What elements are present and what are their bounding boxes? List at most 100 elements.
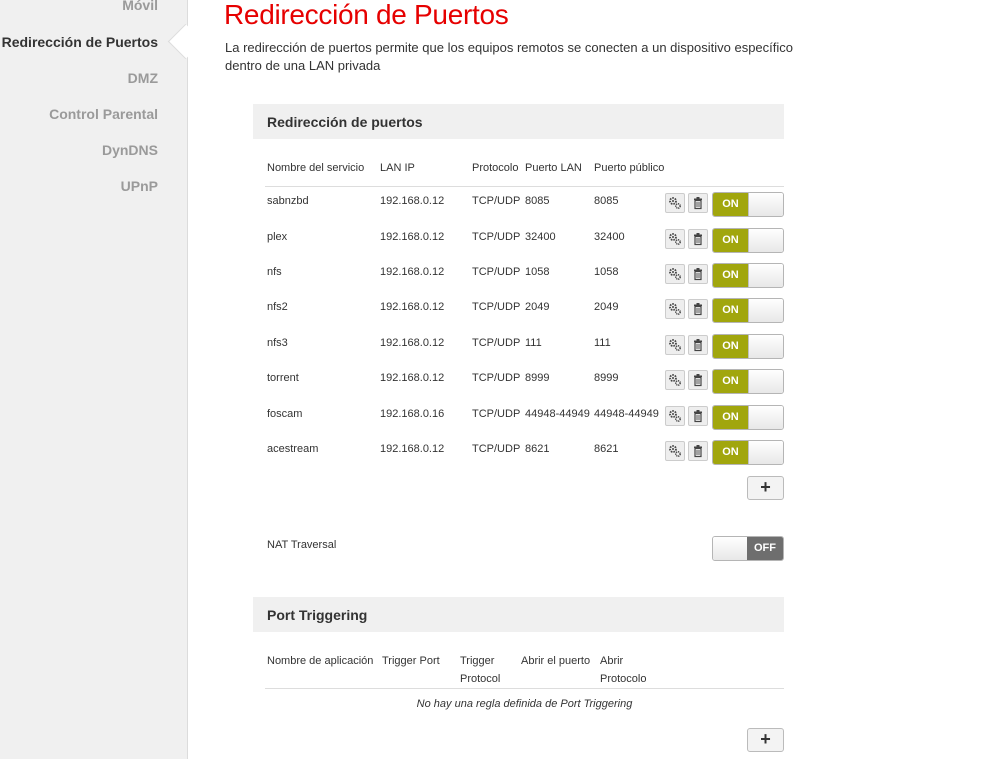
gears-icon[interactable] bbox=[665, 229, 685, 249]
cell-service-name: acestream bbox=[267, 443, 319, 455]
col-service-name: Nombre del servicio bbox=[267, 162, 365, 174]
trash-icon[interactable] bbox=[688, 335, 708, 355]
col-trigger-protocol-line2: Protocol bbox=[460, 673, 501, 685]
toggle-on-label: ON bbox=[713, 264, 748, 287]
cell-public-port: 111 bbox=[594, 337, 611, 349]
gears-icon[interactable] bbox=[665, 193, 685, 213]
add-port-triggering-button[interactable]: + bbox=[747, 728, 784, 752]
cell-service-name: foscam bbox=[267, 408, 303, 420]
toggle-knob bbox=[748, 335, 783, 358]
trash-icon[interactable] bbox=[688, 441, 708, 461]
cell-lan-ip: 192.168.0.12 bbox=[380, 443, 445, 455]
page-description: La redirección de puertos permite que lo… bbox=[225, 40, 793, 73]
cell-protocol: TCP/UDP bbox=[472, 266, 521, 278]
service-toggle[interactable]: ON bbox=[712, 405, 784, 430]
cell-public-port: 8085 bbox=[594, 195, 619, 207]
service-toggle[interactable]: ON bbox=[712, 369, 784, 394]
cell-lan-port: 44948-44949 bbox=[525, 408, 590, 420]
sidebar-item-dmz[interactable]: DMZ bbox=[128, 70, 158, 86]
service-toggle[interactable]: ON bbox=[712, 192, 784, 217]
port-triggering-header: Port Triggering bbox=[253, 597, 784, 632]
col-protocol: Protocolo bbox=[472, 162, 519, 174]
toggle-off-label: OFF bbox=[747, 537, 783, 560]
cell-lan-port: 32400 bbox=[525, 231, 556, 243]
cell-service-name: plex bbox=[267, 231, 288, 243]
toggle-knob bbox=[748, 370, 783, 393]
trash-icon[interactable] bbox=[688, 406, 708, 426]
cell-lan-ip: 192.168.0.16 bbox=[380, 408, 445, 420]
toggle-knob bbox=[748, 406, 783, 429]
cell-protocol: TCP/UDP bbox=[472, 443, 521, 455]
sidebar-item-upnp[interactable]: UPnP bbox=[121, 178, 158, 194]
cell-protocol: TCP/UDP bbox=[472, 231, 521, 243]
port-triggering-title: Port Triggering bbox=[267, 607, 368, 623]
cell-protocol: TCP/UDP bbox=[472, 301, 521, 313]
sidebar-item-parental-control[interactable]: Control Parental bbox=[49, 106, 158, 122]
nat-traversal-toggle[interactable]: OFF bbox=[712, 536, 784, 561]
trigger-header-divider bbox=[265, 688, 784, 689]
sidebar: Móvil Redirección de Puertos DMZ Control… bbox=[0, 0, 188, 759]
nat-traversal-label: NAT Traversal bbox=[267, 539, 337, 551]
cell-lan-port: 8999 bbox=[525, 372, 550, 384]
gears-icon[interactable] bbox=[665, 441, 685, 461]
toggle-on-label: ON bbox=[713, 406, 748, 429]
service-toggle[interactable]: ON bbox=[712, 228, 784, 253]
cell-lan-ip: 192.168.0.12 bbox=[380, 195, 445, 207]
gears-icon[interactable] bbox=[665, 370, 685, 390]
col-open-port: Abrir el puerto bbox=[521, 655, 591, 667]
cell-protocol: TCP/UDP bbox=[472, 408, 521, 420]
col-lan-port: Puerto LAN bbox=[525, 162, 582, 174]
toggle-on-label: ON bbox=[713, 370, 748, 393]
toggle-knob bbox=[713, 537, 749, 560]
service-toggle[interactable]: ON bbox=[712, 440, 784, 465]
cell-lan-ip: 192.168.0.12 bbox=[380, 372, 445, 384]
cell-lan-port: 8085 bbox=[525, 195, 550, 207]
gears-icon[interactable] bbox=[665, 335, 685, 355]
cell-protocol: TCP/UDP bbox=[472, 337, 521, 349]
trash-icon[interactable] bbox=[688, 193, 708, 213]
page-title: Redirección de Puertos bbox=[224, 0, 509, 30]
gears-icon[interactable] bbox=[665, 299, 685, 319]
sidebar-item-port-forwarding[interactable]: Redirección de Puertos bbox=[2, 34, 158, 50]
trash-icon[interactable] bbox=[688, 370, 708, 390]
cell-lan-ip: 192.168.0.12 bbox=[380, 231, 445, 243]
toggle-on-label: ON bbox=[713, 441, 748, 464]
table-header-divider bbox=[265, 186, 784, 187]
cell-public-port: 2049 bbox=[594, 301, 619, 313]
trash-icon[interactable] bbox=[688, 299, 708, 319]
col-trigger-port: Trigger Port bbox=[382, 655, 440, 667]
cell-protocol: TCP/UDP bbox=[472, 195, 521, 207]
sidebar-item-movil[interactable]: Móvil bbox=[122, 0, 158, 13]
service-toggle[interactable]: ON bbox=[712, 334, 784, 359]
trash-icon[interactable] bbox=[688, 229, 708, 249]
cell-public-port: 8621 bbox=[594, 443, 619, 455]
cell-lan-port: 1058 bbox=[525, 266, 550, 278]
service-toggle[interactable]: ON bbox=[712, 298, 784, 323]
toggle-on-label: ON bbox=[713, 335, 748, 358]
cell-lan-ip: 192.168.0.12 bbox=[380, 266, 445, 278]
add-port-forwarding-button[interactable]: + bbox=[747, 476, 784, 500]
col-lan-ip: LAN IP bbox=[380, 162, 415, 174]
cell-lan-port: 111 bbox=[525, 337, 542, 349]
toggle-on-label: ON bbox=[713, 193, 748, 216]
service-toggle[interactable]: ON bbox=[712, 263, 784, 288]
cell-service-name: sabnzbd bbox=[267, 195, 309, 207]
toggle-knob bbox=[748, 441, 783, 464]
cell-lan-ip: 192.168.0.12 bbox=[380, 301, 445, 313]
cell-public-port: 1058 bbox=[594, 266, 619, 278]
toggle-knob bbox=[748, 193, 783, 216]
sidebar-item-dyndns[interactable]: DynDNS bbox=[102, 142, 158, 158]
gears-icon[interactable] bbox=[665, 264, 685, 284]
cell-public-port: 44948-44949 bbox=[594, 408, 659, 420]
cell-service-name: nfs3 bbox=[267, 337, 288, 349]
cell-lan-port: 2049 bbox=[525, 301, 550, 313]
trash-icon[interactable] bbox=[688, 264, 708, 284]
cell-public-port: 32400 bbox=[594, 231, 625, 243]
gears-icon[interactable] bbox=[665, 406, 685, 426]
col-trigger-protocol-line1: Trigger bbox=[460, 655, 495, 667]
cell-lan-port: 8621 bbox=[525, 443, 550, 455]
cell-public-port: 8999 bbox=[594, 372, 619, 384]
col-open-protocol-line2: Protocolo bbox=[600, 673, 647, 685]
cell-protocol: TCP/UDP bbox=[472, 372, 521, 384]
col-open-protocol-line1: Abrir bbox=[600, 655, 624, 667]
